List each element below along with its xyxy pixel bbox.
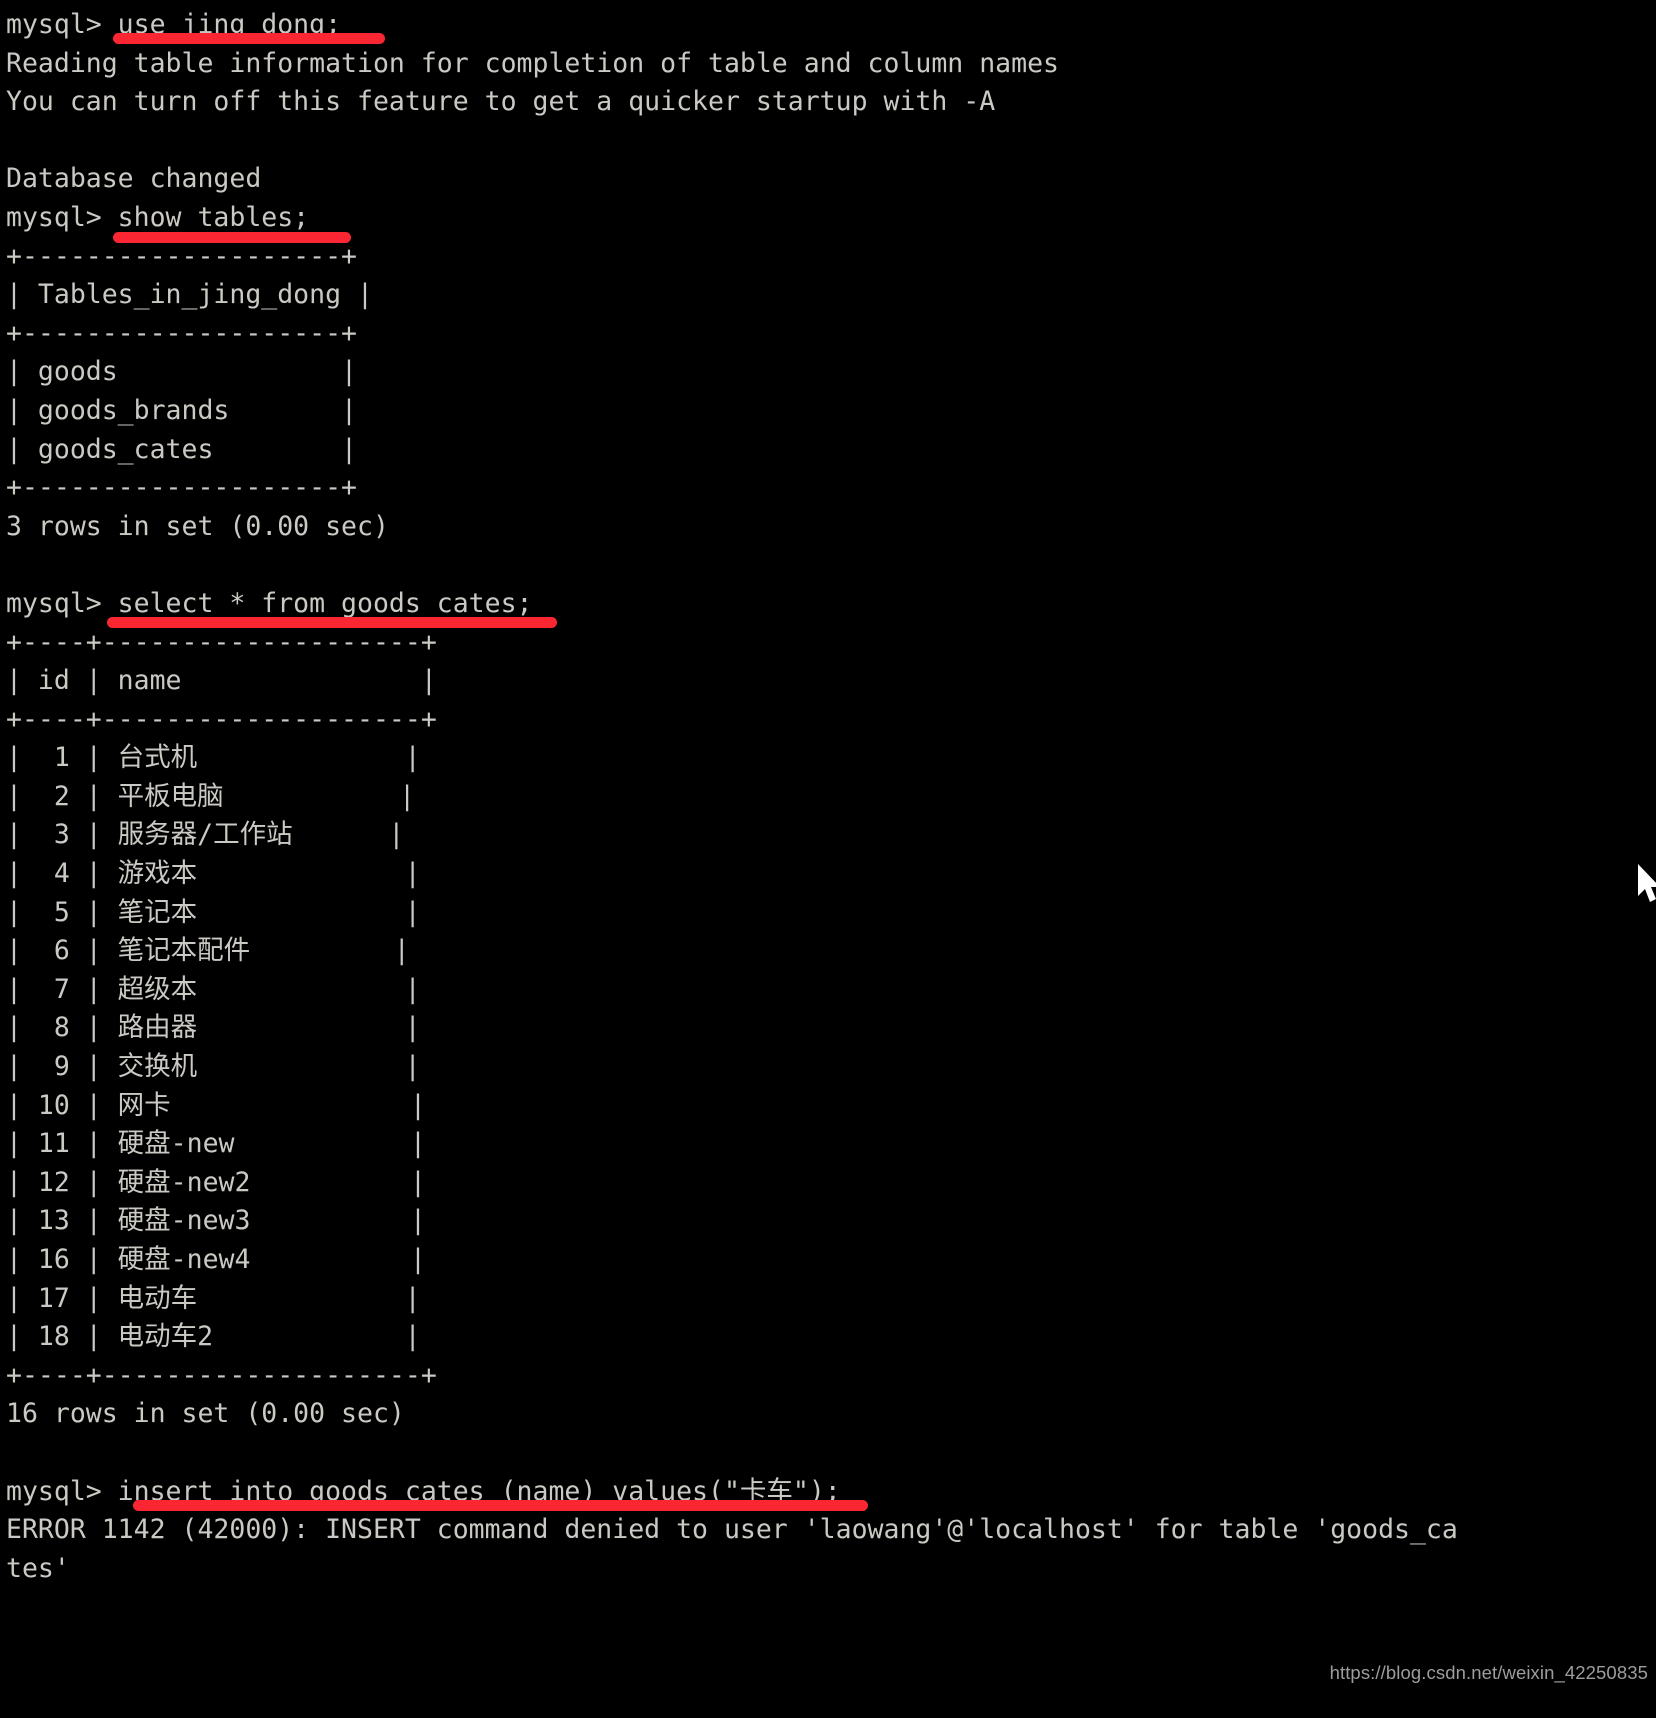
terminal-line-blank-2 — [6, 546, 1656, 585]
terminal-line-notice-reading: Reading table information for completion… — [6, 47, 1059, 79]
table-row: | 17 | 电动车 | — [6, 1282, 421, 1314]
terminal-line-notice-turnoff: You can turn off this feature to get a q… — [6, 86, 996, 118]
terminal-line-tables-header: | Tables_in_jing_dong | — [6, 279, 373, 311]
terminal-line-tables-rowcount: 3 rows in set (0.00 sec) — [6, 510, 389, 542]
terminal-line-cates-header: | id | name | — [6, 665, 437, 697]
terminal-line-cates-border-bot: +----+--------------------+ — [6, 1359, 437, 1391]
table-row: | 16 | 硬盘-new4 | — [6, 1244, 426, 1275]
underline-insert-goods-cates — [133, 1500, 868, 1511]
underline-show-tables — [113, 232, 351, 243]
table-row: | 3 | 服务器/工作站 | — [6, 819, 405, 851]
terminal-line-tables-border-mid: +--------------------+ — [6, 317, 357, 349]
terminal-line-cates-border-mid: +----+--------------------+ — [6, 703, 437, 735]
table-row: | 9 | 交换机 | — [6, 1051, 421, 1083]
underline-use-jing-dong — [113, 33, 385, 44]
table-row: | 13 | 硬盘-new3 | — [6, 1205, 426, 1237]
table-row: | goods_brands | — [6, 394, 357, 426]
table-row: | 11 | 硬盘-new | — [6, 1128, 426, 1160]
table-row: | 8 | 路由器 | — [6, 1012, 421, 1044]
table-row: | 7 | 超级本 | — [6, 973, 421, 1005]
terminal-line-cates-border-top: +----+--------------------+ — [6, 626, 437, 658]
table-row: | goods_cates | — [6, 433, 357, 465]
terminal-window[interactable]: mysql> use jing_dong; Reading table info… — [0, 0, 1656, 1718]
table-row: | goods | — [6, 356, 357, 388]
table-row: | 6 | 笔记本配件 | — [6, 935, 410, 967]
table-row: | 12 | 硬盘-new2 | — [6, 1166, 426, 1198]
csdn-watermark: https://blog.csdn.net/weixin_42250835 — [1329, 1662, 1648, 1683]
terminal-line-database-changed: Database changed — [6, 163, 262, 195]
terminal-line-blank-1 — [6, 122, 1656, 161]
terminal-line-error-2: tes' — [6, 1552, 70, 1584]
underline-select-goods-cates — [107, 617, 557, 628]
terminal-line-cates-rowcount: 16 rows in set (0.00 sec) — [6, 1398, 405, 1430]
table-row: | 4 | 游戏本 | — [6, 858, 421, 890]
mouse-pointer-icon — [1636, 862, 1656, 908]
terminal-line-tables-border-top: +--------------------+ — [6, 240, 357, 272]
table-row: | 1 | 台式机 | — [6, 742, 421, 774]
terminal-line-blank-3 — [6, 1434, 1656, 1473]
table-row: | 5 | 笔记本 | — [6, 896, 421, 928]
terminal-line-error-1: ERROR 1142 (42000): INSERT command denie… — [6, 1514, 1458, 1546]
table-row: | 18 | 电动车2 | — [6, 1321, 421, 1353]
terminal-line-tables-border-bot: +--------------------+ — [6, 472, 357, 504]
table-row: | 2 | 平板电脑 | — [6, 780, 416, 812]
table-row: | 10 | 网卡 | — [6, 1089, 426, 1121]
